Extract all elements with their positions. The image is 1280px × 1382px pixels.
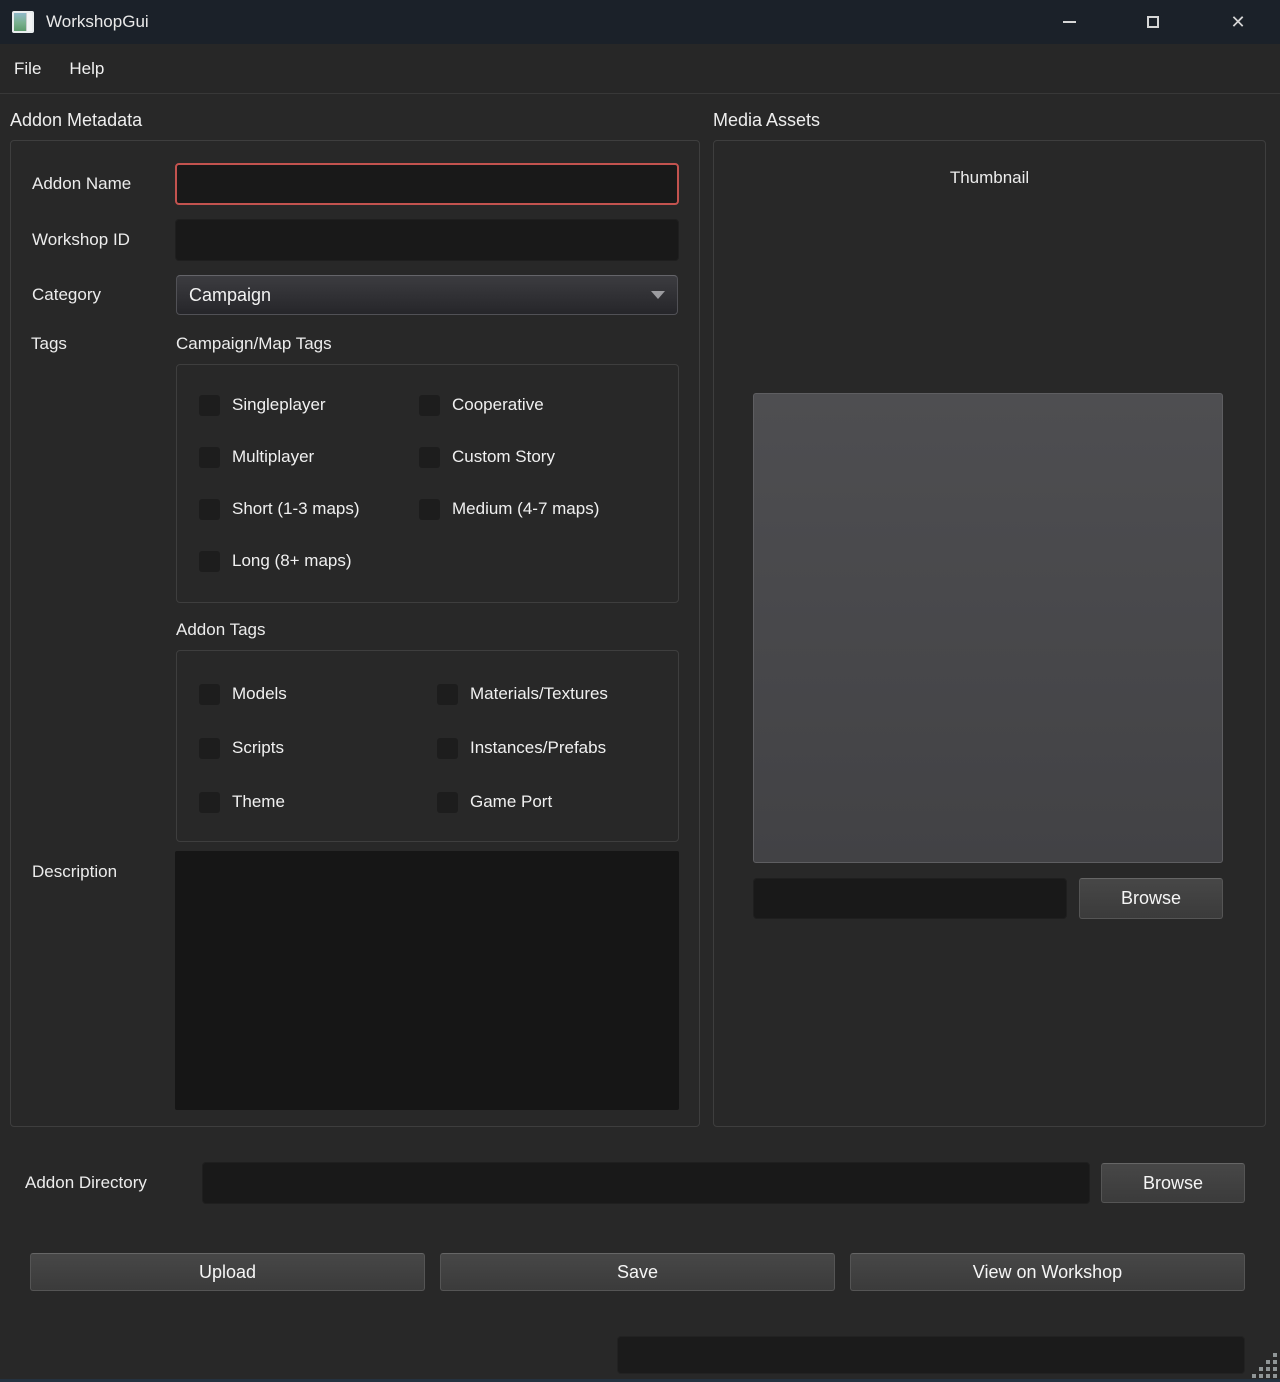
- media-assets-title: Media Assets: [713, 110, 820, 131]
- addon-metadata-title: Addon Metadata: [10, 110, 142, 131]
- menu-file[interactable]: File: [0, 44, 55, 93]
- campaign-map-tags-group: Singleplayer Cooperative Multiplayer Cus…: [176, 364, 679, 603]
- checkbox-item-multiplayer[interactable]: Multiplayer: [199, 431, 419, 483]
- close-icon: ✕: [1230, 13, 1245, 31]
- workshop-id-label: Workshop ID: [32, 219, 130, 261]
- addon-name-label: Addon Name: [32, 163, 131, 205]
- addon-tags-title: Addon Tags: [176, 618, 265, 642]
- save-button[interactable]: Save: [440, 1253, 835, 1291]
- addon-directory-input[interactable]: [202, 1162, 1090, 1204]
- addon-tags-group: Models Materials/Textures Scripts Instan…: [176, 650, 679, 842]
- checkbox-label-long: Long (8+ maps): [232, 551, 352, 571]
- addon-directory-label: Addon Directory: [25, 1162, 147, 1204]
- thumbnail-browse-button[interactable]: Browse: [1079, 878, 1223, 919]
- thumbnail-path-input[interactable]: [753, 878, 1067, 919]
- checkbox-item-theme[interactable]: Theme: [199, 775, 437, 829]
- description-textarea[interactable]: [175, 851, 679, 1110]
- checkbox-item-models[interactable]: Models: [199, 667, 437, 721]
- addon-name-input[interactable]: [175, 163, 679, 205]
- close-button[interactable]: ✕: [1215, 0, 1261, 44]
- checkbox-label-game-port: Game Port: [470, 792, 552, 812]
- checkbox-singleplayer[interactable]: [199, 395, 220, 416]
- checkbox-label-models: Models: [232, 684, 287, 704]
- checkbox-materials-textures[interactable]: [437, 684, 458, 705]
- upload-button[interactable]: Upload: [30, 1253, 425, 1291]
- minimize-button[interactable]: [1046, 0, 1092, 44]
- app-icon-strip: [26, 13, 32, 31]
- checkbox-instances-prefabs[interactable]: [437, 738, 458, 759]
- menu-bar: File Help: [0, 44, 1280, 94]
- resize-grip-dots: [1273, 1374, 1277, 1378]
- checkbox-short[interactable]: [199, 499, 220, 520]
- app-icon: [12, 11, 34, 33]
- checkbox-item-materials-textures[interactable]: Materials/Textures: [437, 667, 678, 721]
- checkbox-item-short[interactable]: Short (1-3 maps): [199, 483, 419, 535]
- checkbox-label-scripts: Scripts: [232, 738, 284, 758]
- checkbox-item-scripts[interactable]: Scripts: [199, 721, 437, 775]
- checkbox-item-medium[interactable]: Medium (4-7 maps): [419, 483, 678, 535]
- category-select[interactable]: Campaign: [176, 275, 678, 315]
- app-icon-image: [14, 13, 26, 31]
- campaign-map-tags-title: Campaign/Map Tags: [176, 332, 332, 356]
- checkbox-scripts[interactable]: [199, 738, 220, 759]
- checkbox-item-instances-prefabs[interactable]: Instances/Prefabs: [437, 721, 678, 775]
- category-selected-value: Campaign: [189, 285, 651, 306]
- checkbox-long[interactable]: [199, 551, 220, 572]
- checkbox-label-theme: Theme: [232, 792, 285, 812]
- window-title: WorkshopGui: [46, 0, 149, 44]
- checkbox-item-custom-story[interactable]: Custom Story: [419, 431, 678, 483]
- checkbox-label-cooperative: Cooperative: [452, 395, 544, 415]
- resize-grip-icon[interactable]: [1251, 1352, 1277, 1378]
- checkbox-item-cooperative[interactable]: Cooperative: [419, 379, 678, 431]
- checkbox-medium[interactable]: [419, 499, 440, 520]
- maximize-icon: [1147, 16, 1159, 28]
- checkbox-label-materials-textures: Materials/Textures: [470, 684, 608, 704]
- checkbox-cooperative[interactable]: [419, 395, 440, 416]
- checkbox-label-singleplayer: Singleplayer: [232, 395, 326, 415]
- checkbox-label-custom-story: Custom Story: [452, 447, 555, 467]
- checkbox-item-long[interactable]: Long (8+ maps): [199, 535, 419, 587]
- title-bar: WorkshopGui ✕: [0, 0, 1280, 44]
- menu-help[interactable]: Help: [55, 44, 118, 93]
- addon-directory-browse-button[interactable]: Browse: [1101, 1163, 1245, 1203]
- thumbnail-preview: [753, 393, 1223, 863]
- workshop-id-input[interactable]: [175, 219, 679, 261]
- maximize-button[interactable]: [1130, 0, 1176, 44]
- view-on-workshop-button[interactable]: View on Workshop: [850, 1253, 1245, 1291]
- checkbox-game-port[interactable]: [437, 792, 458, 813]
- checkbox-item-game-port[interactable]: Game Port: [437, 775, 678, 829]
- status-box[interactable]: [617, 1336, 1245, 1374]
- description-label: Description: [32, 860, 117, 884]
- checkbox-models[interactable]: [199, 684, 220, 705]
- checkbox-label-instances-prefabs: Instances/Prefabs: [470, 738, 606, 758]
- dropdown-arrow-icon: [651, 291, 665, 299]
- category-label: Category: [32, 275, 101, 315]
- tags-label: Tags: [31, 332, 67, 356]
- checkbox-theme[interactable]: [199, 792, 220, 813]
- checkbox-custom-story[interactable]: [419, 447, 440, 468]
- checkbox-item-singleplayer[interactable]: Singleplayer: [199, 379, 419, 431]
- thumbnail-label: Thumbnail: [713, 166, 1266, 190]
- checkbox-label-multiplayer: Multiplayer: [232, 447, 314, 467]
- checkbox-multiplayer[interactable]: [199, 447, 220, 468]
- minimize-icon: [1063, 21, 1076, 23]
- checkbox-label-short: Short (1-3 maps): [232, 499, 360, 519]
- checkbox-label-medium: Medium (4-7 maps): [452, 499, 599, 519]
